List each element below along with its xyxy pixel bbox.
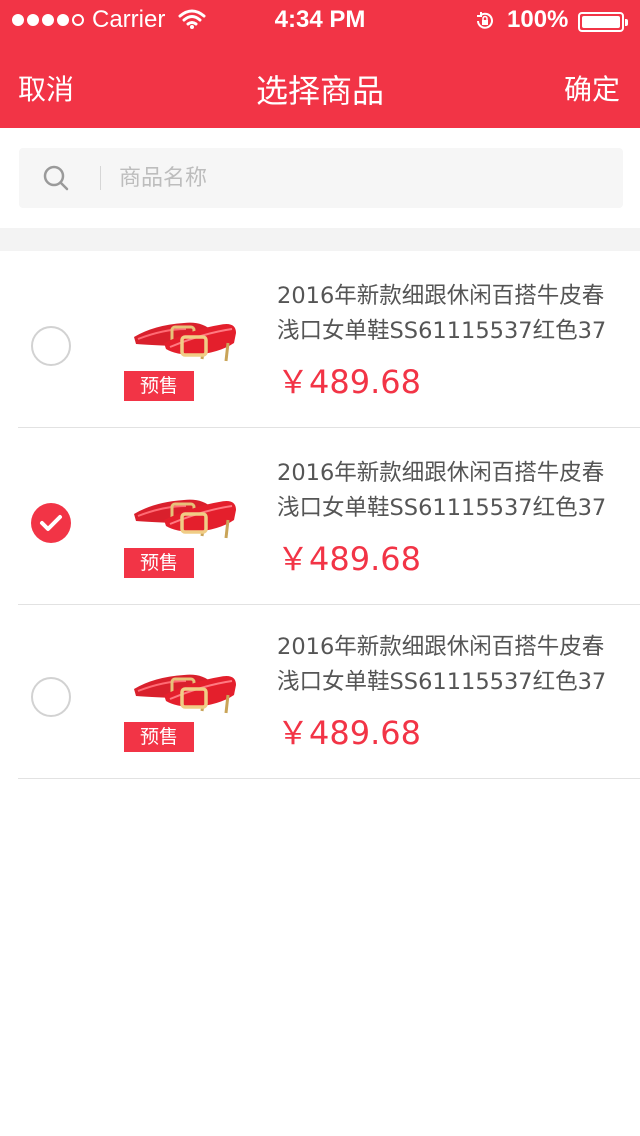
search-box[interactable] bbox=[19, 148, 623, 208]
search-divider bbox=[100, 166, 101, 190]
search-input[interactable] bbox=[119, 158, 599, 198]
search-icon bbox=[43, 165, 69, 191]
section-divider bbox=[0, 228, 640, 251]
check-icon bbox=[40, 515, 62, 531]
select-radio[interactable] bbox=[31, 503, 71, 543]
page-title: 选择商品 bbox=[255, 72, 384, 110]
product-list: 预售 2016年新款细跟休闲百搭牛皮春 浅口女单鞋SS61115537红色37 … bbox=[0, 251, 640, 779]
list-item[interactable]: 预售 2016年新款细跟休闲百搭牛皮春 浅口女单鞋SS61115537红色37 … bbox=[0, 251, 640, 428]
divider bbox=[18, 778, 640, 779]
presale-tag: 预售 bbox=[124, 371, 194, 401]
presale-tag: 预售 bbox=[124, 548, 194, 578]
product-price: ￥489.68 bbox=[277, 363, 421, 401]
product-price: ￥489.68 bbox=[277, 540, 421, 578]
product-title-line1: 2016年新款细跟休闲百搭牛皮春 bbox=[277, 460, 605, 486]
presale-tag: 预售 bbox=[124, 722, 194, 752]
battery-icon bbox=[578, 12, 628, 32]
nav-bar: 取消 选择商品 确定 bbox=[0, 40, 640, 128]
rotation-lock-icon bbox=[477, 12, 493, 29]
select-radio[interactable] bbox=[31, 326, 71, 366]
search-section bbox=[0, 128, 640, 228]
product-title-line1: 2016年新款细跟休闲百搭牛皮春 bbox=[277, 283, 605, 309]
confirm-button[interactable]: 确定 bbox=[564, 68, 620, 108]
product-title-line2: 浅口女单鞋SS61115537红色37 bbox=[277, 318, 607, 344]
product-price: ￥489.68 bbox=[277, 714, 421, 752]
header: Carrier 4:34 PM 100% 取消 选择商品 确定 bbox=[0, 0, 640, 128]
list-item[interactable]: 预售 2016年新款细跟休闲百搭牛皮春 浅口女单鞋SS61115537红色37 … bbox=[0, 428, 640, 605]
select-radio[interactable] bbox=[31, 677, 71, 717]
battery-percentage: 100% bbox=[507, 6, 569, 33]
product-title-line2: 浅口女单鞋SS61115537红色37 bbox=[277, 669, 607, 695]
list-item[interactable]: 预售 2016年新款细跟休闲百搭牛皮春 浅口女单鞋SS61115537红色37 … bbox=[0, 605, 640, 779]
product-title-line1: 2016年新款细跟休闲百搭牛皮春 bbox=[277, 634, 605, 660]
product-title-line2: 浅口女单鞋SS61115537红色37 bbox=[277, 495, 607, 521]
status-bar: Carrier 4:34 PM 100% bbox=[0, 0, 640, 40]
